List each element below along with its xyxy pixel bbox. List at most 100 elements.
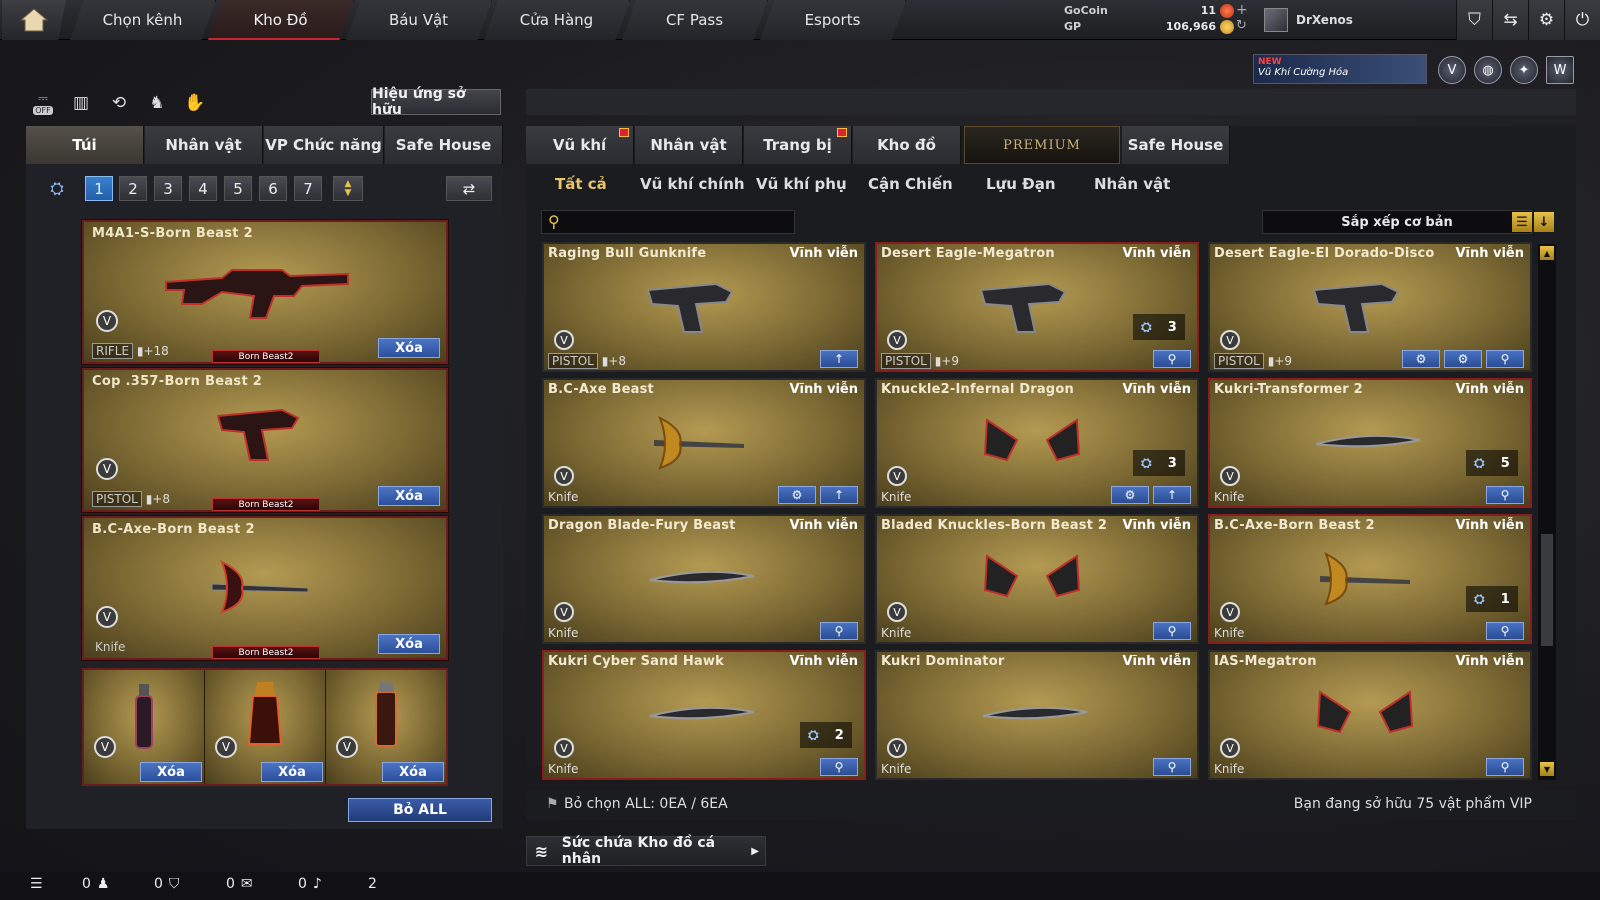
enhance-button[interactable]: ⚙ bbox=[1402, 350, 1440, 368]
speaker-icon[interactable]: ♪ bbox=[313, 876, 322, 892]
subtab-nhan-vat[interactable]: Nhân vật bbox=[1094, 175, 1170, 195]
scroll-up-icon[interactable]: ▲ bbox=[1540, 246, 1554, 260]
tab-premium[interactable]: PREMIUM bbox=[964, 126, 1120, 164]
inventory-item-card[interactable]: Bladed Knuckles-Born Beast 2 Vĩnh viễn V Kn… bbox=[875, 514, 1199, 644]
scrollbar[interactable] bbox=[1538, 244, 1556, 780]
personal-storage-capacity[interactable]: ≋ Sức chứa Kho đồ cá nhân ▶ bbox=[526, 835, 766, 867]
remove-all-button[interactable]: Bỏ ALL bbox=[348, 798, 492, 822]
chat-icon[interactable]: ✉ bbox=[241, 876, 253, 892]
loadout-card[interactable]: Cop .357-Born Beast 2 V PISTOL ▮+8 Born … bbox=[82, 368, 448, 512]
grenade-slot[interactable]: V Xóa bbox=[205, 670, 326, 784]
list-view-icon[interactable]: ☰ bbox=[1512, 212, 1532, 232]
inventory-item-card[interactable]: B.C-Axe Beast Vĩnh viễn V Knife ↑ ⚙ bbox=[542, 378, 866, 508]
subtab-vu-khi-phu[interactable]: Vũ khí phụ bbox=[756, 175, 847, 195]
glove-icon[interactable]: ✋ bbox=[182, 90, 208, 116]
tab-nhan-vat[interactable]: Nhân vật bbox=[145, 126, 263, 164]
tab-trang-bi[interactable]: Trang bị bbox=[744, 126, 852, 164]
slot-scroll-arrows[interactable]: ▲ ▼ bbox=[333, 176, 363, 201]
menu-icon[interactable]: ☰ bbox=[30, 876, 43, 892]
event-icon[interactable]: ✦ bbox=[1510, 56, 1538, 84]
inventory-item-card[interactable]: IAS-Megatron Vĩnh viễn V Knife ⚲ bbox=[1208, 650, 1532, 780]
inventory-item-card[interactable]: B.C-Axe-Born Beast 2 Vĩnh viễn V Knife ⛭ 1 ⚲ bbox=[1208, 514, 1532, 644]
swap-loadout-button[interactable]: ⇄ bbox=[446, 176, 492, 201]
delete-button[interactable]: Xóa bbox=[261, 762, 323, 782]
inventory-item-card[interactable]: Raging Bull Gunknife Vĩnh viễn V PISTOL ▮+8… bbox=[542, 242, 866, 372]
shield-icon[interactable]: ⛉ bbox=[1456, 0, 1492, 40]
grenade-slot[interactable]: V Xóa bbox=[84, 670, 205, 784]
sort-select[interactable]: Sắp xếp cơ bản bbox=[1262, 210, 1532, 234]
friends-icon[interactable]: ♟ bbox=[97, 876, 110, 892]
toggle-effect-button[interactable]: ⎓ OFF bbox=[30, 90, 56, 116]
character-pose-icon[interactable]: ♞ bbox=[144, 90, 170, 116]
inspect-search-button[interactable]: ⚲ bbox=[1486, 486, 1524, 504]
nav-tab-esports[interactable]: Esports bbox=[760, 0, 906, 40]
brand-w-icon[interactable]: W bbox=[1546, 56, 1574, 84]
slot-6[interactable]: 6 bbox=[259, 176, 287, 201]
user-profile[interactable]: DrXenos bbox=[1264, 6, 1353, 34]
enhance-button[interactable]: ⚙ bbox=[778, 486, 816, 504]
gear-icon[interactable]: ⚙ bbox=[1528, 0, 1564, 40]
loadout-card[interactable]: M4A1-S-Born Beast 2 V RIFLE ▮+18 Born Be… bbox=[82, 220, 448, 364]
scroll-down-icon[interactable]: ▼ bbox=[1540, 762, 1554, 776]
tab-tui[interactable]: Túi bbox=[26, 126, 144, 164]
scrollbar-thumb[interactable] bbox=[1541, 534, 1553, 646]
subtab-can-chien[interactable]: Cận Chiến bbox=[868, 175, 953, 195]
slot-5[interactable]: 5 bbox=[224, 176, 252, 201]
nav-tab-chon-kenh[interactable]: Chọn kênh bbox=[70, 0, 216, 40]
clan-shield-icon[interactable]: ⛉ bbox=[169, 876, 180, 892]
search-input[interactable]: ⚲ bbox=[541, 210, 795, 234]
subtab-vu-khi-chinh[interactable]: Vũ khí chính bbox=[640, 175, 745, 195]
tab-vu-khi[interactable]: Vũ khí bbox=[526, 126, 634, 164]
nav-tab-kho-do[interactable]: Kho Đồ bbox=[208, 0, 354, 40]
grenade-slot[interactable]: V Xóa bbox=[326, 670, 446, 784]
inspect-search-button[interactable]: ⚲ bbox=[820, 758, 858, 776]
exit-room-icon[interactable]: ⇆ bbox=[1492, 0, 1528, 40]
inspect-search-button[interactable]: ⚲ bbox=[1486, 758, 1524, 776]
inventory-item-card[interactable]: Kukri Dominator Vĩnh viễn V Knife ⚲ bbox=[875, 650, 1199, 780]
tab-kho-do[interactable]: Kho đồ bbox=[853, 126, 961, 164]
upgrade-arrow-button[interactable]: ↑ bbox=[1153, 486, 1191, 504]
inspect-search-button[interactable]: ⚲ bbox=[820, 622, 858, 640]
nav-tab-bau-vat[interactable]: Báu Vật bbox=[346, 0, 492, 40]
delete-button[interactable]: Xóa bbox=[378, 634, 440, 654]
slot-3[interactable]: 3 bbox=[154, 176, 182, 201]
slot-2[interactable]: 2 bbox=[119, 176, 147, 201]
inventory-item-card[interactable]: Kukri Cyber Sand Hawk Vĩnh viễn V Knife ⛭ 2 ⚲ bbox=[542, 650, 866, 780]
sort-direction-icon[interactable]: ↓ bbox=[1534, 212, 1554, 232]
power-icon[interactable]: ⏻ bbox=[1564, 0, 1600, 40]
deselect-all-status[interactable]: Bỏ chọn ALL: 0EA / 6EA bbox=[564, 796, 728, 812]
inspect-search-button[interactable]: ⚲ bbox=[1486, 350, 1524, 368]
home-button[interactable] bbox=[2, 0, 66, 40]
inventory-item-card[interactable]: Knuckle2-Infernal Dragon Vĩnh viễn V Knife ⛭… bbox=[875, 378, 1199, 508]
slot-1[interactable]: 1 bbox=[85, 176, 113, 201]
refresh-icon[interactable]: ↻ bbox=[1236, 18, 1247, 33]
enhance-button[interactable]: ⚙ bbox=[1111, 486, 1149, 504]
delete-button[interactable]: Xóa bbox=[378, 338, 440, 358]
upgrade-arrow-button[interactable]: ↑ bbox=[820, 486, 858, 504]
inspect-search-button[interactable]: ⚲ bbox=[1486, 622, 1524, 640]
inspect-search-button[interactable]: ⚲ bbox=[1153, 350, 1191, 368]
nav-tab-cua-hang[interactable]: Cửa Hàng bbox=[484, 0, 630, 40]
inventory-item-card[interactable]: Desert Eagle-Megatron Vĩnh viễn V PISTOL ▮+… bbox=[875, 242, 1199, 372]
tab-vp-chuc-nang[interactable]: VP Chức năng bbox=[264, 126, 384, 164]
nav-tab-cf-pass[interactable]: CF Pass bbox=[622, 0, 768, 40]
loadout-card[interactable]: B.C-Axe-Born Beast 2 V Knife Born Beast2… bbox=[82, 516, 448, 660]
settings-button[interactable]: ⚙ bbox=[1444, 350, 1482, 368]
delete-button[interactable]: Xóa bbox=[140, 762, 202, 782]
tab-safe-house[interactable]: Safe House bbox=[385, 126, 503, 164]
tab-nhan-vat-right[interactable]: Nhân vật bbox=[635, 126, 743, 164]
upgrade-arrow-button[interactable]: ↑ bbox=[820, 350, 858, 368]
inspect-search-button[interactable]: ⚲ bbox=[1153, 622, 1191, 640]
delete-button[interactable]: Xóa bbox=[378, 486, 440, 506]
slot-4[interactable]: 4 bbox=[189, 176, 217, 201]
inspect-search-button[interactable]: ⚲ bbox=[1153, 758, 1191, 776]
history-icon[interactable]: ⟲ bbox=[106, 90, 132, 116]
stats-icon[interactable]: ▥ bbox=[68, 90, 94, 116]
add-currency-icon[interactable]: + bbox=[1236, 2, 1248, 18]
slot-7[interactable]: 7 bbox=[294, 176, 322, 201]
subtab-tat-ca[interactable]: Tất cả bbox=[555, 175, 607, 195]
arrow-down-icon[interactable]: ▼ bbox=[345, 188, 352, 198]
inventory-item-card[interactable]: Desert Eagle-El Dorado-Disco Vĩnh viễn V PI… bbox=[1208, 242, 1532, 372]
tab-safe-house-right[interactable]: Safe House bbox=[1122, 126, 1230, 164]
inventory-item-card[interactable]: Kukri-Transformer 2 Vĩnh viễn V Knife ⛭ 5 ⚲ bbox=[1208, 378, 1532, 508]
